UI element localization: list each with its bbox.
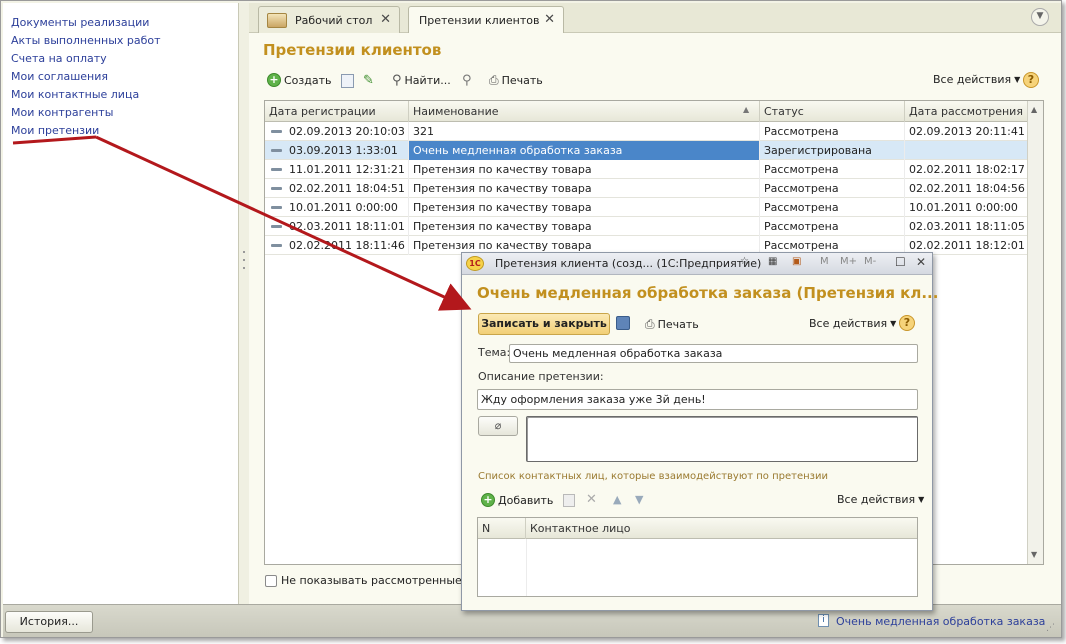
annotation-arrow: [12, 135, 472, 311]
app-window: Документы реализации Акты выполненных ра…: [0, 0, 1062, 638]
